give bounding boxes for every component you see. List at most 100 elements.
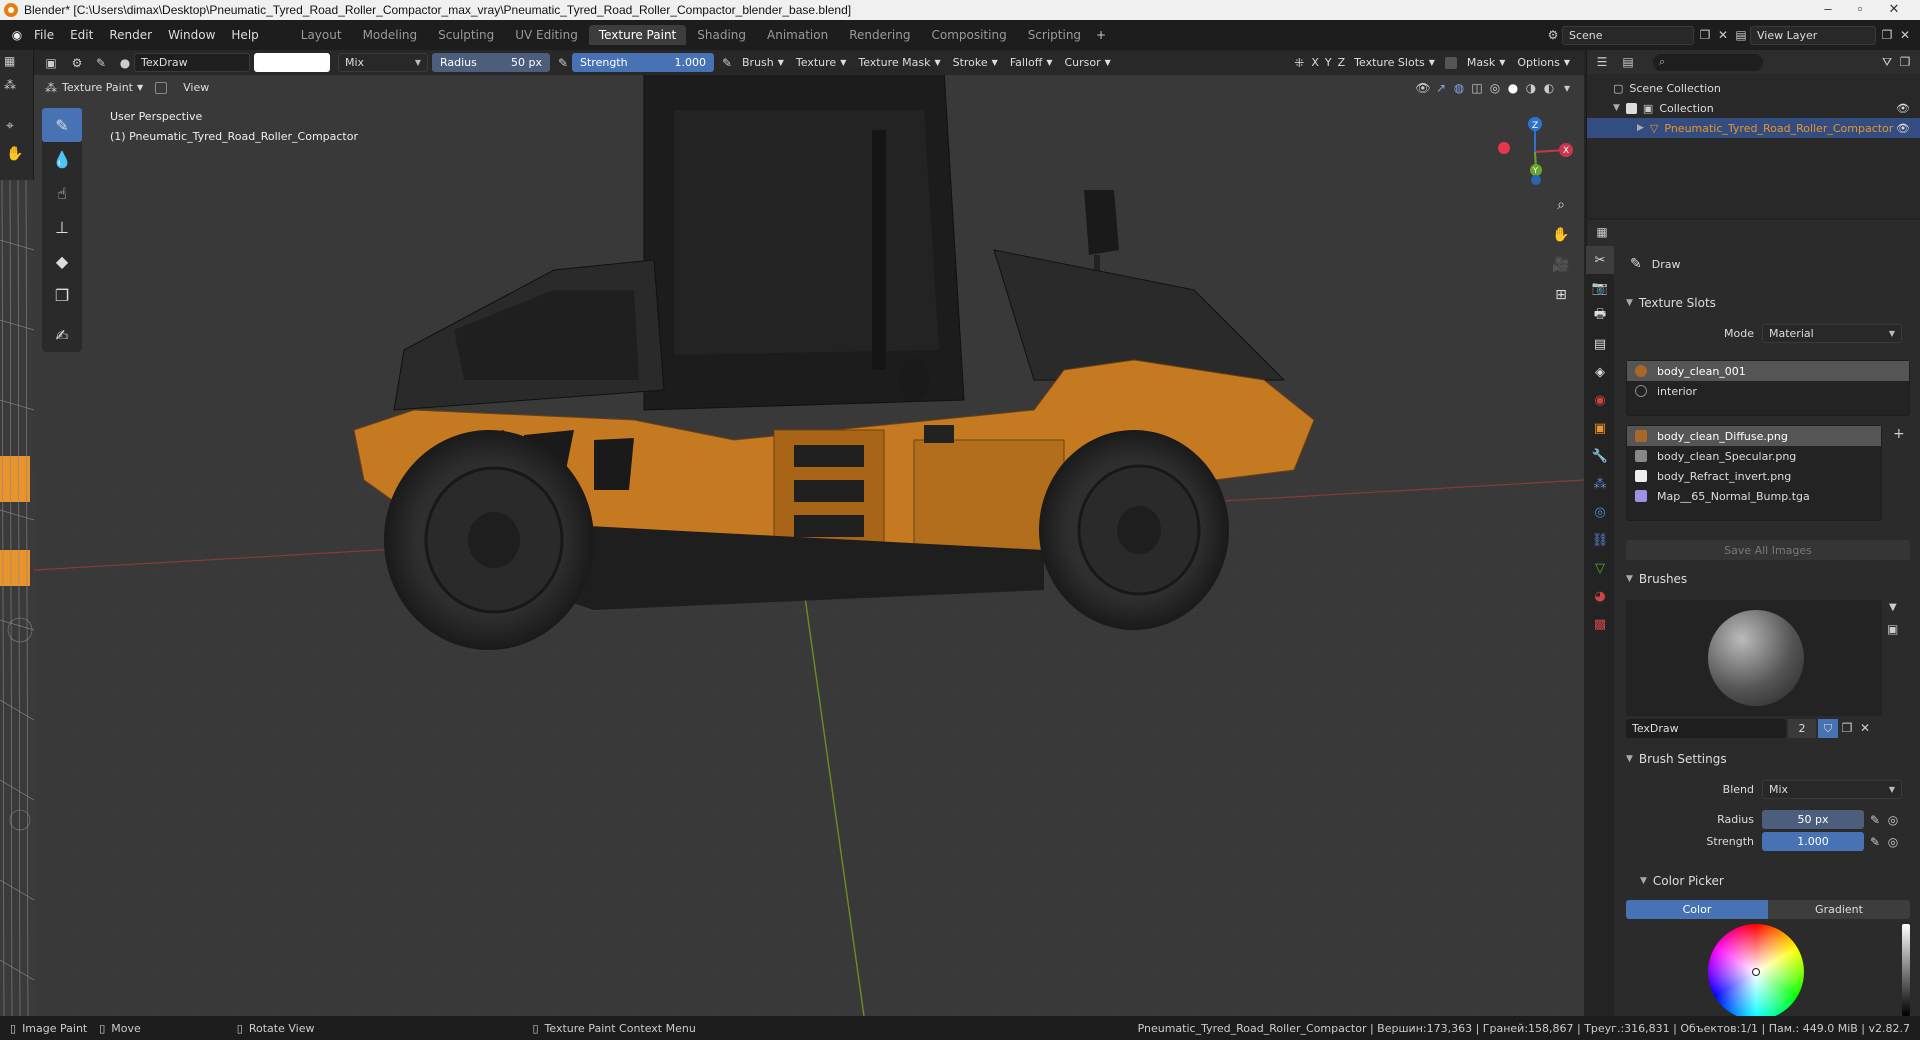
tool-settings-icon[interactable]: ⚙ <box>68 54 86 72</box>
maximize-button[interactable]: ▫ <box>1846 0 1874 20</box>
brush-icon[interactable]: ✎ <box>92 54 110 72</box>
view-layer-icon[interactable]: ▤ <box>1732 26 1750 44</box>
shading-solid-icon[interactable]: ● <box>1504 79 1522 97</box>
brush-blend-dropdown[interactable]: Mix ▼ <box>1762 780 1902 799</box>
color-wheel-cursor[interactable] <box>1752 968 1760 976</box>
brush-users-count[interactable]: 2 <box>1788 718 1816 738</box>
tab-sculpting[interactable]: Sculpting <box>428 25 504 45</box>
ortho-grid-icon[interactable]: ⊞ <box>1548 282 1574 308</box>
tab-tool-icon[interactable]: ✂ <box>1586 246 1614 274</box>
material-slot-item[interactable]: body_clean_001 <box>1627 361 1909 381</box>
viewport-canvas[interactable] <box>34 50 1584 1016</box>
3d-viewport[interactable] <box>34 50 1584 1016</box>
brush-strength-slider[interactable]: 1.000 <box>1762 832 1864 851</box>
texture-mode-dropdown[interactable]: Material ▼ <box>1762 324 1902 343</box>
editor-type-3d-icon[interactable]: ▣ <box>42 54 60 72</box>
shading-material-icon[interactable]: ◑ <box>1522 79 1540 97</box>
menu-file[interactable]: File <box>26 28 62 42</box>
tab-compositing[interactable]: Compositing <box>921 25 1016 45</box>
view-layer-selector[interactable]: View Layer <box>1750 25 1876 45</box>
scene-collection-label[interactable]: Scene Collection <box>1629 82 1720 95</box>
outliner[interactable]: ☰ ▤ ⌕ ⛛ ❐ ▢ Scene Collection ▼ ▣ Collect… <box>1586 50 1920 218</box>
tab-physics-icon[interactable]: ◎ <box>1586 498 1614 526</box>
tab-scripting[interactable]: Scripting <box>1018 25 1091 45</box>
symmetry-icon[interactable]: ⁜ <box>1290 54 1308 72</box>
scene-selector[interactable]: Scene <box>1562 25 1694 45</box>
tab-texture-paint[interactable]: Texture Paint <box>588 25 687 45</box>
color-wheel[interactable] <box>1708 924 1804 1016</box>
image-slot-item[interactable]: Map__65_Normal_Bump.tga <box>1627 486 1881 506</box>
tab-scene-icon[interactable]: ◈ <box>1586 358 1614 386</box>
mirror-y-toggle[interactable]: Y <box>1322 56 1335 69</box>
duplicate-brush-icon[interactable]: ❐ <box>1838 719 1856 737</box>
collection-visibility-icon[interactable]: 👁 <box>1896 102 1910 115</box>
radius-pressure-icon[interactable]: ✎ <box>554 54 572 72</box>
mask-tool-icon[interactable]: ❐ <box>42 278 82 312</box>
gizmo-neg-x[interactable] <box>1498 142 1510 154</box>
editor-type-icon[interactable]: ▦ <box>4 54 15 68</box>
color-tab[interactable]: Color <box>1626 900 1768 919</box>
mirror-x-toggle[interactable]: X <box>1308 56 1322 69</box>
brushes-panel-header[interactable]: ▼ Brushes <box>1626 572 1687 586</box>
strength-pen-pressure-icon[interactable]: ✎ <box>1866 833 1884 851</box>
collection-label[interactable]: Collection <box>1659 102 1713 115</box>
zoom-icon[interactable]: ⌕ <box>1548 192 1574 218</box>
tab-output-icon[interactable]: 🖶 <box>1586 302 1614 330</box>
brush-settings-panel-header[interactable]: ▼ Brush Settings <box>1626 752 1727 766</box>
filter-icon[interactable]: ⛛ <box>1878 53 1896 71</box>
fill-tool-icon[interactable]: ◆ <box>42 244 82 278</box>
gizmo-toggle-icon[interactable]: ↗ <box>1432 79 1450 97</box>
tab-uv-editing[interactable]: UV Editing <box>505 25 588 45</box>
shading-wire-icon[interactable]: ◎ <box>1486 79 1504 97</box>
paint-mask-toggle[interactable] <box>155 81 168 94</box>
material-slot-item[interactable]: interior <box>1627 381 1909 401</box>
tab-data-icon[interactable]: ▽ <box>1586 554 1614 582</box>
object-label[interactable]: Pneumatic_Tyred_Road_Roller_Compactor <box>1664 122 1893 135</box>
tab-render-icon[interactable]: 📷 <box>1586 274 1614 302</box>
blender-menu-icon[interactable]: ◉ <box>8 26 26 44</box>
image-slot-item[interactable]: body_clean_Specular.png <box>1627 446 1881 466</box>
annotate-tool-icon[interactable]: ✍ <box>42 318 82 352</box>
object-visibility-icon[interactable]: 👁 <box>1896 122 1910 135</box>
new-view-layer-icon[interactable]: ❐ <box>1878 26 1896 44</box>
grid-icon[interactable]: ⁂ <box>4 78 16 92</box>
menu-window[interactable]: Window <box>160 28 223 42</box>
expand-object-icon[interactable]: ▶ <box>1637 123 1644 133</box>
radius-unit-icon[interactable]: ◎ <box>1884 811 1902 829</box>
brush-radius-slider[interactable]: 50 px <box>1762 810 1864 829</box>
brush-preview[interactable] <box>1626 600 1882 716</box>
blend-mode-dropdown[interactable]: Mix ▼ <box>338 53 428 72</box>
gradient-tab[interactable]: Gradient <box>1768 900 1910 919</box>
texture-paint-mode-icon[interactable]: ⁂ <box>42 79 60 97</box>
tab-modifier-icon[interactable]: 🔧 <box>1586 442 1614 470</box>
tab-shading[interactable]: Shading <box>687 25 756 45</box>
radius-pen-pressure-icon[interactable]: ✎ <box>1866 811 1884 829</box>
tab-object-icon[interactable]: ▣ <box>1586 414 1614 442</box>
brush-color-swatch[interactable] <box>254 53 330 72</box>
navigation-gizmo[interactable]: Z Y X <box>1510 112 1580 192</box>
mask-menu[interactable]: Mask ▼ <box>1461 56 1512 69</box>
radius-slider[interactable]: Radius 50 px <box>432 53 550 72</box>
outliner-search-input[interactable]: ⌕ <box>1653 53 1763 71</box>
pan-hand-icon[interactable]: ✋ <box>1548 222 1574 248</box>
camera-icon[interactable]: 🎥 <box>1548 252 1574 278</box>
add-workspace-icon[interactable]: + <box>1092 26 1110 44</box>
scene-icon[interactable]: ⚙ <box>1544 26 1562 44</box>
shading-rendered-icon[interactable]: ◐ <box>1540 79 1558 97</box>
image-slot-item[interactable]: body_Refract_invert.png <box>1627 466 1881 486</box>
xray-icon[interactable]: ◫ <box>1468 79 1486 97</box>
brush-datablock-name[interactable]: TexDraw <box>1626 718 1786 738</box>
add-texture-slot-icon[interactable]: + <box>1893 426 1905 442</box>
strength-unit-icon[interactable]: ◎ <box>1884 833 1902 851</box>
menu-render[interactable]: Render <box>101 28 160 42</box>
tab-particles-icon[interactable]: ⁂ <box>1586 470 1614 498</box>
texture-menu[interactable]: Texture ▼ <box>790 56 852 69</box>
visibility-icon[interactable]: 👁 <box>1414 79 1432 97</box>
tab-texture-icon[interactable]: ▩ <box>1586 610 1614 638</box>
properties-type-icon[interactable]: ▦ <box>1593 223 1611 241</box>
mirror-z-toggle[interactable]: Z <box>1335 56 1349 69</box>
tab-layout[interactable]: Layout <box>291 25 352 45</box>
draw-tool-icon[interactable]: ✎ <box>42 108 82 142</box>
view-menu[interactable]: View <box>177 81 215 94</box>
image-slot-item[interactable]: body_clean_Diffuse.png <box>1627 426 1881 446</box>
